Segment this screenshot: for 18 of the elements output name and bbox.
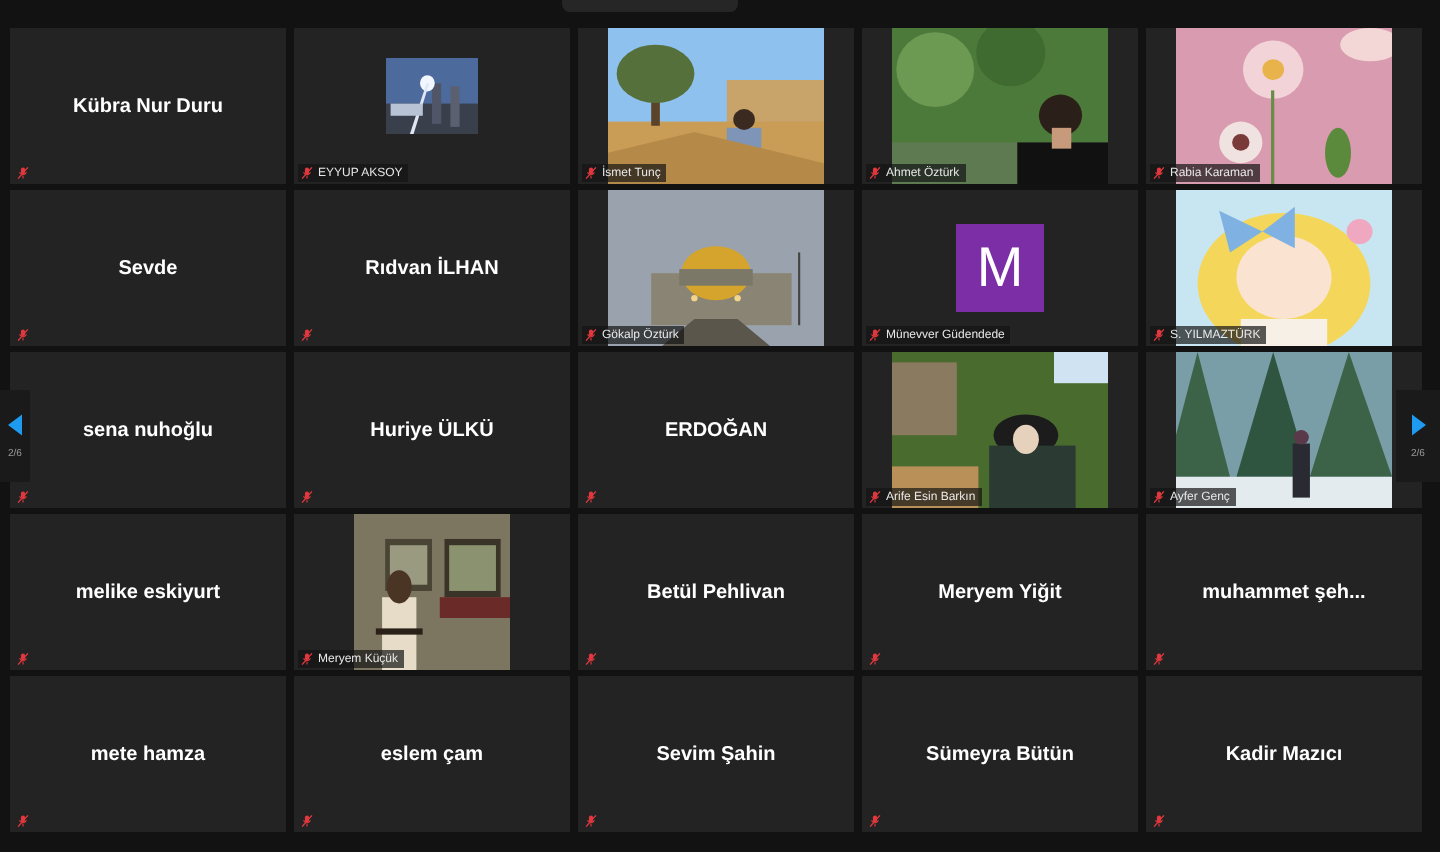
participant-name: eslem çam [380, 743, 484, 765]
participant-name: Sümeyra Bütün [926, 743, 1074, 765]
left-arrow-icon [8, 413, 22, 435]
participant-name: mete hamza [90, 743, 206, 765]
participant-name: Kübra Nur Duru [73, 95, 223, 117]
participant-name: Sevim Şahin [656, 743, 776, 765]
participant-name: Betül Pehlivan [647, 581, 785, 603]
participant-name: melike eskiyurt [75, 581, 221, 603]
participant-name: muhammet şeh... [1202, 581, 1366, 603]
participant-name: Meryem Yiğit [938, 581, 1062, 603]
participant-name: sena nuhoğlu [83, 419, 213, 441]
participant-name: ERDOĞAN [664, 419, 768, 441]
avatar: M [956, 224, 1044, 312]
participant-name: Huriye ÜLKÜ [370, 419, 494, 441]
participant-name: Sevde [118, 257, 178, 279]
participant-name: Kadir Mazıcı [1225, 743, 1343, 765]
right-arrow-icon [1411, 413, 1425, 435]
participant-name: Rıdvan İLHAN [365, 257, 499, 279]
